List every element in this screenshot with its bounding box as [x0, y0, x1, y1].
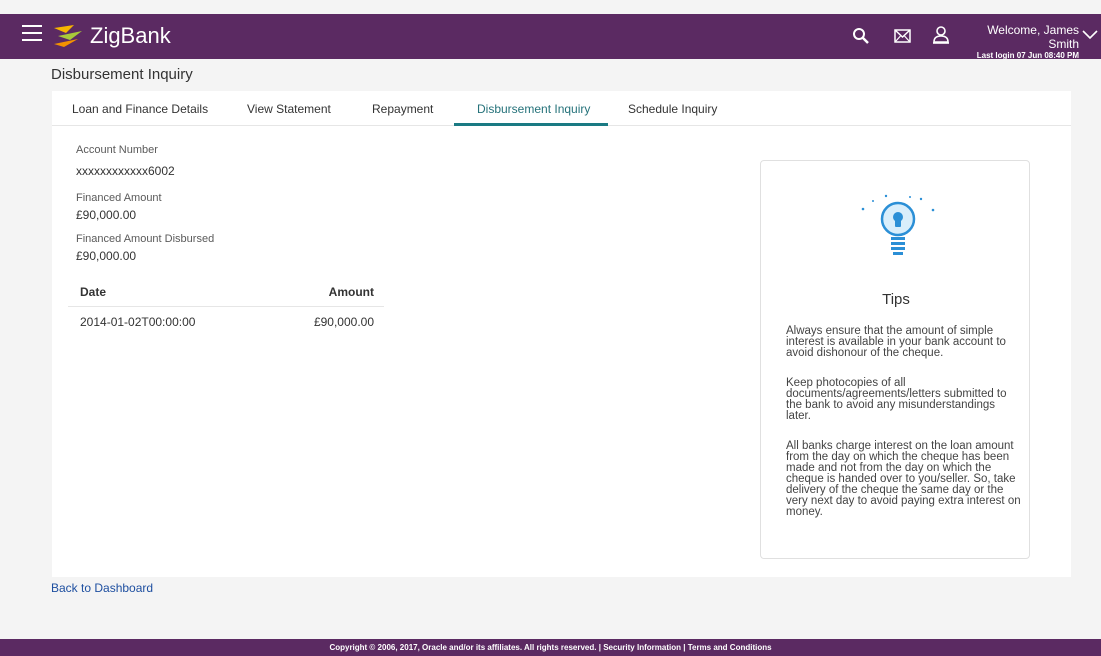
- financed-amount-label: Financed Amount: [76, 192, 162, 204]
- main-card: Loan and Finance Details View Statement …: [52, 91, 1071, 577]
- disbursed-amount-label: Financed Amount Disbursed: [76, 233, 215, 245]
- row-date: 2014-01-02T00:00:00: [80, 315, 196, 329]
- footer: Copyright © 2006, 2017, Oracle and/or it…: [0, 639, 1101, 656]
- account-number-value: xxxxxxxxxxxx6002: [76, 164, 175, 178]
- tab-disbursement-inquiry[interactable]: Disbursement Inquiry: [477, 102, 590, 116]
- mail-icon[interactable]: [894, 29, 911, 43]
- tab-view-statement[interactable]: View Statement: [247, 102, 331, 116]
- back-to-dashboard-link[interactable]: Back to Dashboard: [51, 581, 153, 595]
- footer-separator: |: [598, 643, 601, 652]
- account-number-label: Account Number: [76, 144, 158, 156]
- copyright-text: Copyright © 2006, 2017, Oracle and/or it…: [329, 643, 597, 652]
- last-login-text: Last login 07 Jun 08:40 PM: [976, 51, 1079, 60]
- security-information-link[interactable]: Security Information: [603, 643, 681, 652]
- financed-amount-value: £90,000.00: [76, 208, 137, 222]
- user-menu[interactable]: Welcome, James Smith Last login 07 Jun 0…: [955, 23, 1079, 61]
- terms-and-conditions-link[interactable]: Terms and Conditions: [688, 643, 772, 652]
- chevron-down-icon[interactable]: [1082, 30, 1098, 40]
- tab-bar: Loan and Finance Details View Statement …: [52, 91, 1071, 126]
- menu-icon[interactable]: [22, 25, 42, 43]
- table-header: Date Amount: [68, 277, 384, 307]
- column-header-amount: Amount: [328, 285, 374, 299]
- tip-text: Keep photocopies of all documents/agreem…: [786, 377, 1007, 422]
- zigbank-logo-icon: [54, 25, 82, 47]
- tips-panel: Tips Always ensure that the amount of si…: [760, 160, 1030, 559]
- disbursed-amount-value: £90,000.00: [76, 249, 137, 263]
- active-tab-indicator: [454, 123, 608, 126]
- page-title: Disbursement Inquiry: [51, 66, 193, 83]
- tip-text: Always ensure that the amount of simple …: [786, 325, 1006, 359]
- lightbulb-icon: [861, 194, 935, 255]
- tab-repayment[interactable]: Repayment: [372, 102, 433, 116]
- search-icon[interactable]: [852, 27, 870, 45]
- brand-name[interactable]: ZigBank: [90, 23, 171, 49]
- welcome-text: Welcome, James Smith: [987, 23, 1079, 51]
- tab-schedule-inquiry[interactable]: Schedule Inquiry: [628, 102, 717, 116]
- tips-title: Tips: [882, 291, 910, 308]
- column-header-date: Date: [80, 285, 107, 299]
- user-icon: [933, 26, 949, 44]
- tip-text: All banks charge interest on the loan am…: [786, 440, 1021, 518]
- footer-separator: |: [683, 643, 686, 652]
- tab-loan-and-finance-details[interactable]: Loan and Finance Details: [72, 102, 208, 116]
- top-bar: ZigBank Welcome, James Smith Last login …: [0, 14, 1101, 61]
- row-amount: £90,000.00: [313, 315, 374, 329]
